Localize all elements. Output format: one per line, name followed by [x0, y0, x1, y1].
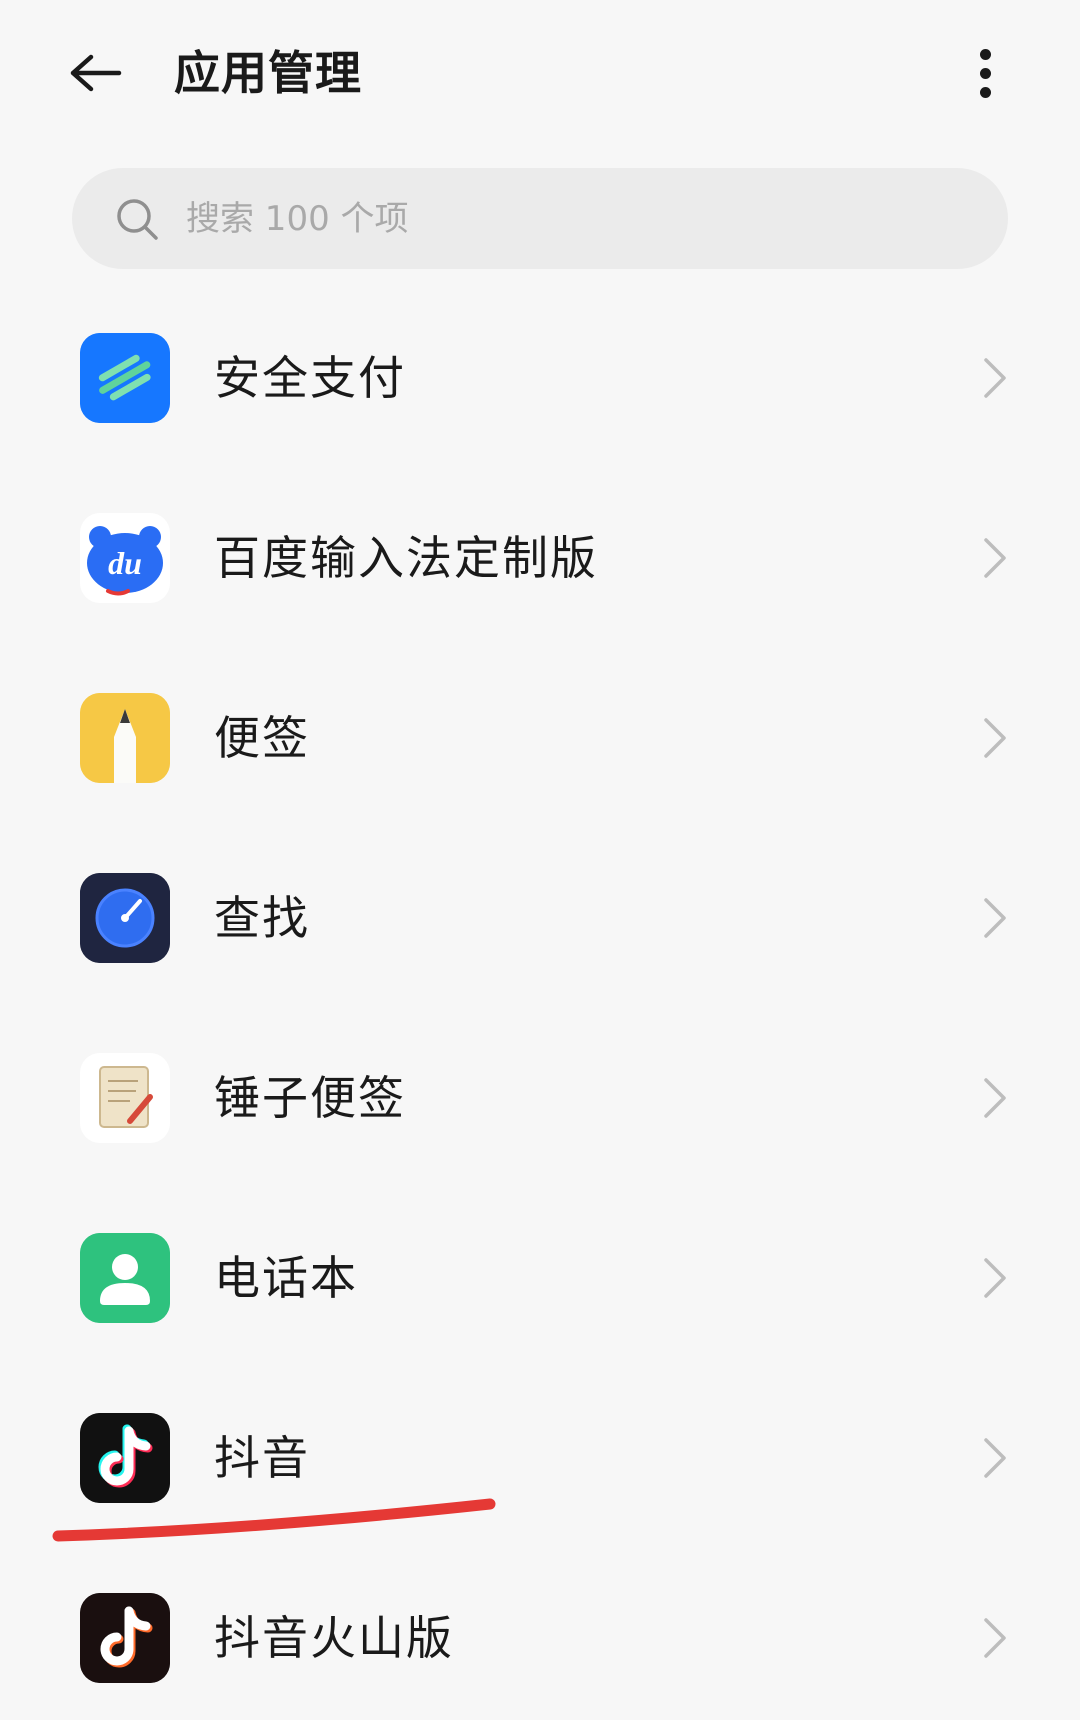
search-icon	[114, 196, 160, 242]
app-name: 电话本	[214, 1251, 358, 1305]
list-item[interactable]: 查找	[0, 830, 1080, 1000]
chevron-right-icon	[984, 358, 1006, 398]
list-item[interactable]: 电话本	[0, 1190, 1080, 1360]
chevron-right-icon	[984, 538, 1006, 578]
search-bar[interactable]	[72, 168, 1008, 269]
chevron-right-icon	[984, 1438, 1006, 1478]
arrow-left-icon	[70, 54, 122, 92]
app-name: 锤子便签	[214, 1071, 406, 1125]
find-device-icon	[80, 873, 170, 963]
smartisan-notes-icon	[80, 1053, 170, 1143]
douyin-volcano-icon	[80, 1593, 170, 1683]
page-title: 应用管理	[174, 46, 362, 100]
list-item[interactable]: 抖音火山版	[0, 1550, 1080, 1720]
app-bar: 应用管理	[0, 0, 1080, 150]
list-item[interactable]: 抖音	[0, 1370, 1080, 1540]
search-input[interactable]	[184, 197, 948, 240]
svg-text:du: du	[108, 545, 142, 581]
list-item[interactable]: du 百度输入法定制版	[0, 470, 1080, 640]
list-item[interactable]: 锤子便签	[0, 1010, 1080, 1180]
chevron-right-icon	[984, 1618, 1006, 1658]
app-name: 安全支付	[214, 351, 406, 405]
douyin-icon	[80, 1413, 170, 1503]
app-name: 查找	[214, 891, 310, 945]
baidu-input-icon: du	[80, 513, 170, 603]
chevron-right-icon	[984, 718, 1006, 758]
list-item[interactable]: 安全支付	[0, 290, 1080, 460]
chevron-right-icon	[984, 1078, 1006, 1118]
chevron-right-icon	[984, 1258, 1006, 1298]
app-name: 抖音火山版	[214, 1611, 454, 1665]
more-vertical-icon	[979, 48, 991, 60]
app-name: 抖音	[214, 1431, 310, 1485]
contacts-icon	[80, 1233, 170, 1323]
app-name: 便签	[214, 711, 310, 765]
more-options-button[interactable]	[950, 40, 1020, 106]
secure-pay-icon	[80, 333, 170, 423]
list-item[interactable]: 便签	[0, 650, 1080, 820]
notes-icon	[80, 693, 170, 783]
chevron-right-icon	[984, 898, 1006, 938]
app-name: 百度输入法定制版	[214, 531, 598, 585]
back-button[interactable]	[60, 38, 130, 108]
